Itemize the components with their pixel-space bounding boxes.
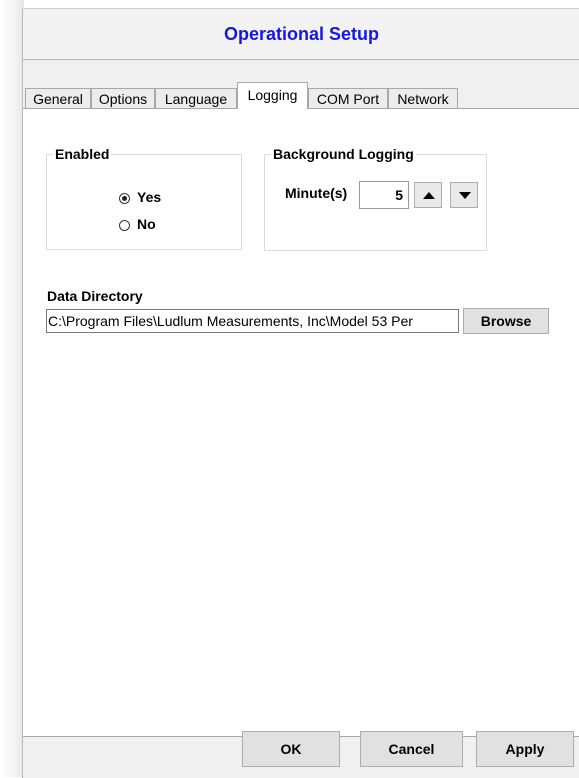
triangle-down-icon: [459, 192, 471, 199]
increase-button[interactable]: [414, 182, 442, 208]
minutes-input[interactable]: 5: [359, 181, 409, 209]
tab-language[interactable]: Language: [155, 88, 237, 108]
background-edge: [0, 0, 24, 777]
enabled-group: Enabled Yes No: [46, 146, 242, 250]
background-logging-label: Background Logging: [271, 146, 416, 162]
radio-yes[interactable]: Yes: [119, 188, 161, 206]
tab-network[interactable]: Network: [388, 88, 458, 108]
radio-yes-label: Yes: [137, 189, 162, 205]
dialog-title: Operational Setup: [223, 24, 380, 44]
tab-options[interactable]: Options: [91, 88, 155, 108]
minutes-label: Minute(s): [285, 185, 348, 201]
data-directory-label: Data Directory: [47, 288, 143, 304]
radio-unchecked-icon[interactable]: [119, 219, 130, 231]
radio-no-label: No: [137, 216, 156, 232]
logging-panel: Enabled Yes No Background Logging Minute…: [23, 108, 579, 737]
decrease-button[interactable]: [450, 182, 478, 208]
enabled-group-label: Enabled: [53, 146, 112, 162]
tab-logging[interactable]: Logging: [237, 82, 308, 109]
title-bar: Operational Setup: [23, 9, 579, 60]
tab-com-port[interactable]: COM Port: [308, 88, 388, 108]
cancel-button[interactable]: Cancel: [360, 731, 463, 767]
apply-button[interactable]: Apply: [476, 731, 574, 767]
triangle-up-icon: [423, 192, 435, 199]
data-directory-input[interactable]: C:\Program Files\Ludlum Measurements, In…: [46, 309, 459, 333]
browse-button[interactable]: Browse: [463, 308, 549, 334]
radio-checked-icon[interactable]: [119, 192, 130, 204]
radio-no[interactable]: No: [119, 215, 156, 233]
tab-strip: General Options Language Logging COM Por…: [23, 82, 579, 109]
ok-button[interactable]: OK: [242, 731, 340, 767]
background-logging-group: Background Logging Minute(s) 5: [264, 146, 487, 251]
setup-dialog: Operational Setup General Options Langua…: [22, 8, 579, 778]
tab-general[interactable]: General: [25, 88, 91, 108]
